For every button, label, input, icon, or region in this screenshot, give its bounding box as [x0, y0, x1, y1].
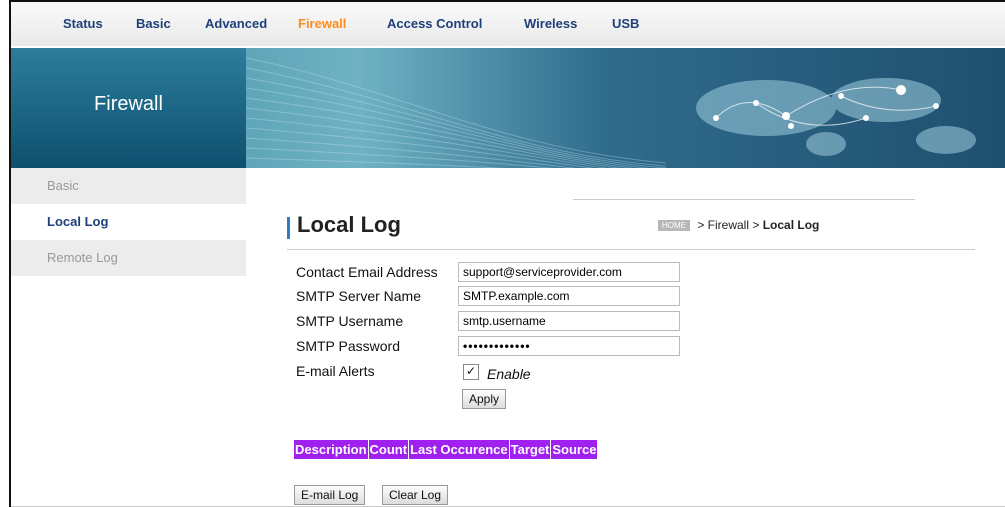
smtp-server-field[interactable]	[458, 286, 680, 306]
nav-access-control[interactable]: Access Control	[387, 16, 482, 31]
top-nav: Status Basic Advanced Firewall Access Co…	[11, 2, 1005, 46]
log-table-header: Description Count Last Occurence Target …	[294, 440, 598, 459]
world-map-graphic	[246, 57, 976, 168]
email-alerts-label: E-mail Alerts	[296, 363, 375, 379]
contact-email-field[interactable]	[458, 262, 680, 282]
home-icon[interactable]: HOME	[658, 220, 690, 232]
header-banner: Firewall	[11, 48, 1005, 168]
column-description: Description	[294, 440, 368, 459]
sidebar-item-local-log[interactable]: Local Log	[11, 204, 246, 240]
divider	[287, 249, 975, 250]
smtp-password-field[interactable]	[458, 336, 680, 356]
smtp-password-label: SMTP Password	[296, 338, 400, 354]
contact-email-label: Contact Email Address	[296, 264, 438, 280]
nav-firewall[interactable]: Firewall	[298, 16, 346, 31]
column-source: Source	[551, 440, 598, 459]
app-frame: Status Basic Advanced Firewall Access Co…	[9, 0, 1005, 507]
section-title: Firewall	[94, 93, 163, 115]
page-title: Local Log	[297, 212, 401, 237]
enable-alerts-checkbox[interactable]: ✓	[463, 364, 479, 380]
apply-button[interactable]: Apply	[462, 389, 507, 409]
sidebar: Basic Local Log Remote Log	[11, 168, 246, 276]
nav-status[interactable]: Status	[63, 16, 103, 31]
nav-basic[interactable]: Basic	[136, 16, 171, 31]
nav-wireless[interactable]: Wireless	[524, 16, 577, 31]
breadcrumb-path: > Firewall >	[694, 218, 763, 232]
smtp-username-field[interactable]	[458, 311, 680, 331]
sidebar-item-remote-log[interactable]: Remote Log	[11, 240, 246, 276]
nav-advanced[interactable]: Advanced	[205, 16, 267, 31]
breadcrumb: HOME > Firewall > Local Log	[658, 218, 819, 232]
section-title-box: Firewall	[11, 48, 246, 168]
smtp-username-label: SMTP Username	[296, 313, 404, 329]
column-target: Target	[509, 440, 551, 459]
divider	[573, 199, 915, 200]
clear-log-button[interactable]: Clear Log	[382, 485, 449, 505]
sidebar-item-basic[interactable]: Basic	[11, 168, 246, 204]
smtp-server-label: SMTP Server Name	[296, 288, 421, 304]
enable-alerts-label: Enable	[487, 366, 531, 382]
column-count: Count	[368, 440, 409, 459]
nav-usb[interactable]: USB	[612, 16, 639, 31]
title-accent	[287, 217, 290, 239]
email-log-button[interactable]: E-mail Log	[294, 485, 366, 505]
column-last-occurence: Last Occurence	[409, 440, 509, 459]
breadcrumb-current: Local Log	[762, 218, 820, 232]
